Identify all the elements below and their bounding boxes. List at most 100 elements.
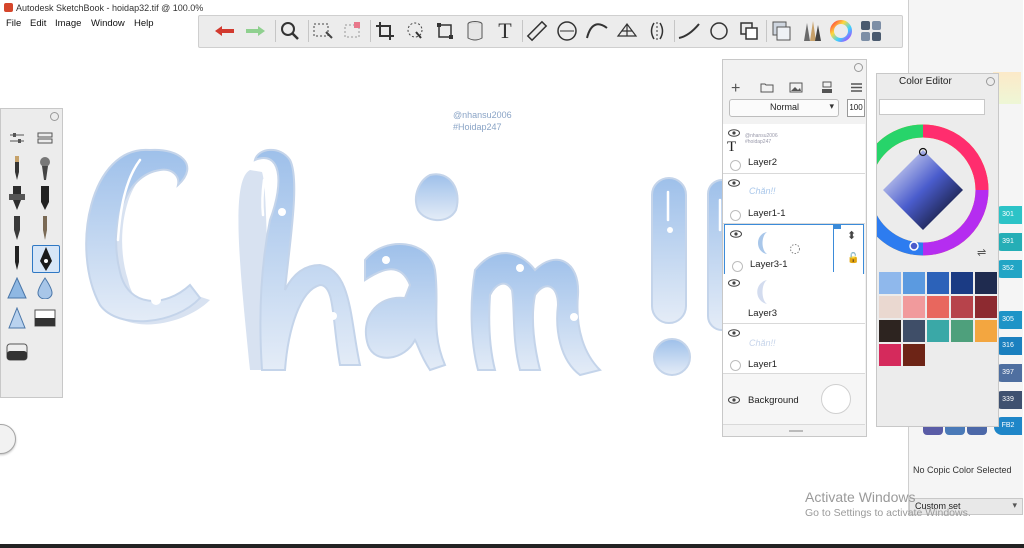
- background-color-swatch[interactable]: [821, 384, 851, 414]
- redo-icon[interactable]: [243, 19, 269, 43]
- pencil-brush-icon[interactable]: [4, 155, 30, 181]
- layer-lock-dot[interactable]: [730, 160, 741, 171]
- layer-menu-icon[interactable]: [851, 83, 862, 92]
- visibility-eye-icon[interactable]: [728, 129, 740, 137]
- panel-grip-icon[interactable]: [854, 63, 863, 72]
- layer-lock-dot[interactable]: [730, 210, 741, 221]
- merge-layers-icon[interactable]: [821, 81, 833, 94]
- copic-status-text: No Copic Color Selected: [913, 465, 1012, 475]
- visibility-eye-icon[interactable]: [728, 179, 740, 187]
- move-layer-icon[interactable]: ⬍: [847, 229, 856, 242]
- curve-guide-icon[interactable]: [584, 19, 610, 43]
- fine-liner-icon[interactable]: [4, 245, 30, 271]
- menu-help[interactable]: Help: [134, 18, 154, 29]
- layer-name: Layer3: [748, 308, 778, 319]
- color-swatch[interactable]: [903, 344, 925, 366]
- hard-eraser-icon[interactable]: [4, 339, 30, 365]
- color-swatch[interactable]: [951, 320, 973, 342]
- transform-icon[interactable]: [432, 19, 458, 43]
- drop-brush-icon[interactable]: [32, 275, 58, 301]
- layer-lock-dot[interactable]: [732, 261, 743, 272]
- color-swatch[interactable]: [879, 296, 901, 318]
- menu-image[interactable]: Image: [55, 18, 81, 29]
- color-swatch[interactable]: [951, 296, 973, 318]
- layers-toggle-icon[interactable]: [768, 19, 794, 43]
- import-image-icon[interactable]: [789, 82, 803, 93]
- color-swatch[interactable]: [951, 272, 973, 294]
- cone-brush-icon[interactable]: [4, 305, 30, 331]
- puck-icon[interactable]: [858, 19, 884, 43]
- color-swatch[interactable]: [927, 320, 949, 342]
- layer-name: Background: [748, 395, 799, 406]
- color-wheel[interactable]: [877, 122, 989, 262]
- brush-library-icon[interactable]: [32, 125, 58, 151]
- brush-pen-icon[interactable]: [32, 215, 58, 241]
- layer-row-layer3-1-selected[interactable]: ⬍ 🔓 Layer3-1: [724, 224, 864, 275]
- color-wheel-icon[interactable]: [828, 19, 854, 43]
- layer-row-layer1[interactable]: Chăn!! Layer1: [723, 324, 865, 374]
- stroke-icon[interactable]: [676, 19, 702, 43]
- chisel-marker-icon[interactable]: [32, 185, 58, 211]
- copy-paste-icon[interactable]: [736, 19, 762, 43]
- eraser-icon[interactable]: [32, 305, 58, 331]
- crop-icon[interactable]: [372, 19, 398, 43]
- undo-icon[interactable]: [211, 19, 237, 43]
- ink-pen-icon[interactable]: [4, 215, 30, 241]
- circle-icon[interactable]: [706, 19, 732, 43]
- color-swatch[interactable]: [903, 296, 925, 318]
- color-swatch[interactable]: [975, 296, 997, 318]
- opacity-value[interactable]: 100: [847, 99, 865, 117]
- color-swatch[interactable]: [927, 296, 949, 318]
- visibility-eye-icon[interactable]: [728, 396, 740, 404]
- selected-calligraphy-pen-icon[interactable]: [32, 245, 60, 273]
- color-swatch[interactable]: [927, 272, 949, 294]
- layer-row-background[interactable]: Background: [723, 374, 865, 425]
- brush-settings-icon[interactable]: [4, 125, 30, 151]
- color-swatch[interactable]: [879, 344, 901, 366]
- color-swatch[interactable]: [903, 320, 925, 342]
- color-swatch[interactable]: [903, 272, 925, 294]
- marker-brush-icon[interactable]: [4, 185, 30, 211]
- menu-window[interactable]: Window: [91, 18, 125, 29]
- select-icon[interactable]: [310, 19, 336, 43]
- layer-thumbnail-text: Chăn!!: [749, 338, 776, 348]
- layer-row-layer2[interactable]: T @nhansu2006 #hoidap247 Layer2: [723, 124, 865, 174]
- canvas-artwork[interactable]: [0, 120, 780, 410]
- airbrush-icon[interactable]: [32, 155, 58, 181]
- symmetry-icon[interactable]: [644, 19, 670, 43]
- layer-thumbnail-text: @nhansu2006 #hoidap247: [745, 133, 778, 145]
- layer-row-layer3[interactable]: Layer3: [723, 274, 865, 324]
- menu-file[interactable]: File: [6, 18, 21, 29]
- panel-grip-icon[interactable]: [986, 77, 995, 86]
- fill-icon[interactable]: [462, 19, 488, 43]
- color-hex-field[interactable]: [879, 99, 985, 115]
- ellipse-guide-icon[interactable]: [554, 19, 580, 43]
- add-layer-icon[interactable]: +: [731, 80, 740, 98]
- color-swatch[interactable]: [975, 272, 997, 294]
- color-swatch[interactable]: [879, 320, 901, 342]
- lagoon-puck[interactable]: [0, 424, 16, 454]
- layer-row-layer1-1[interactable]: Chăn!! Layer1-1: [723, 174, 865, 224]
- ruler-icon[interactable]: [524, 19, 550, 43]
- folder-icon[interactable]: [760, 82, 774, 93]
- visibility-eye-icon[interactable]: [728, 279, 740, 287]
- lock-icon[interactable]: 🔓: [847, 253, 859, 264]
- layer-lock-dot[interactable]: [730, 360, 741, 371]
- palette-grip-icon[interactable]: [50, 112, 59, 121]
- brush-palette: [0, 108, 63, 398]
- resize-grip[interactable]: [789, 430, 803, 432]
- perspective-icon[interactable]: [614, 19, 640, 43]
- visibility-eye-icon[interactable]: [730, 230, 742, 238]
- quick-select-icon[interactable]: [340, 19, 366, 43]
- lasso-icon[interactable]: [402, 19, 428, 43]
- color-settings-icon[interactable]: ⇌: [977, 246, 986, 259]
- zoom-icon[interactable]: [277, 19, 303, 43]
- color-swatch[interactable]: [975, 320, 997, 342]
- visibility-eye-icon[interactable]: [728, 329, 740, 337]
- menu-edit[interactable]: Edit: [30, 18, 46, 29]
- text-icon[interactable]: T: [492, 18, 518, 43]
- triangle-brush-icon[interactable]: [4, 275, 30, 301]
- brush-library-icon[interactable]: [798, 19, 824, 43]
- color-swatch[interactable]: [879, 272, 901, 294]
- blend-mode-dropdown[interactable]: Normal ▾: [729, 99, 839, 117]
